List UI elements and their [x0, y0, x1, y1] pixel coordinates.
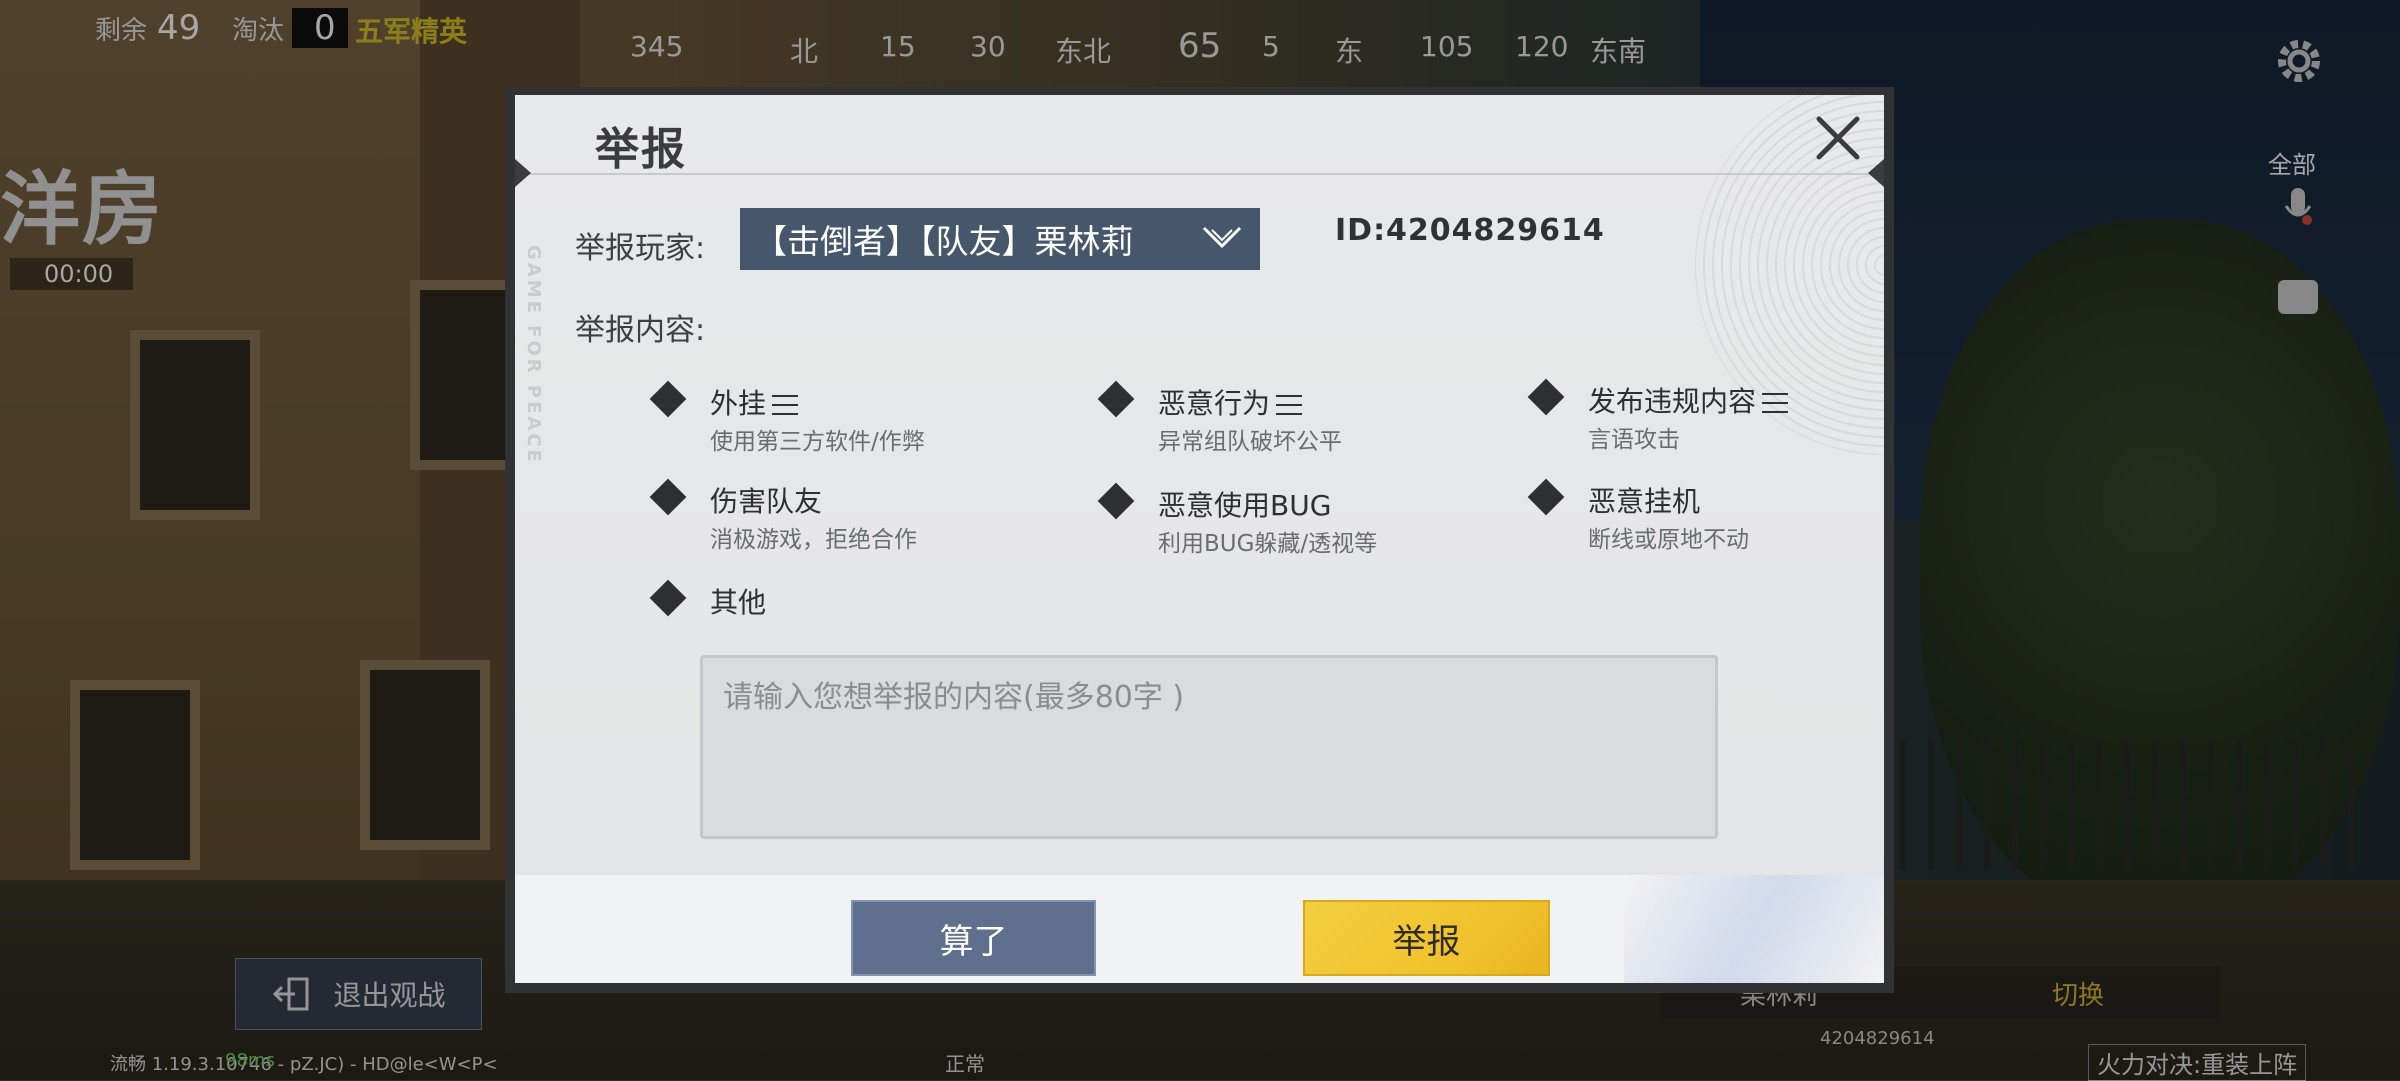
report-dialog: GAME FOR PEACE 举报 举报玩家: 【击倒者】【队友】栗林莉 ID:… — [505, 87, 1894, 993]
option-name: 其他 — [710, 586, 767, 619]
option-name: 发布违规内容 — [1588, 385, 1757, 418]
option-description: 使用第三方软件/作弊 — [710, 429, 925, 455]
reported-player-id: ID:4204829614 — [1335, 213, 1605, 248]
cancel-button[interactable]: 算了 — [851, 900, 1096, 976]
cancel-button-label: 算了 — [939, 921, 1008, 962]
diamond-bullet-icon — [1527, 478, 1565, 516]
option-description: 利用BUG躲藏/透视等 — [1158, 531, 1378, 557]
chevron-down-icon — [1202, 226, 1242, 249]
option-name: 恶意挂机 — [1588, 485, 1701, 518]
dialog-footer — [515, 875, 1884, 983]
report-player-label: 举报玩家: — [575, 231, 706, 266]
option-description: 断线或原地不动 — [1588, 527, 1749, 553]
option-name: 恶意使用BUG — [1158, 489, 1332, 522]
diamond-bullet-icon — [649, 380, 687, 418]
option-description: 异常组队破坏公平 — [1158, 429, 1342, 455]
option-description: 消极游戏，拒绝合作 — [710, 527, 917, 553]
diamond-bullet-icon — [1097, 380, 1135, 418]
diamond-bullet-icon — [1527, 378, 1565, 416]
corner-marker — [1868, 159, 1884, 187]
submenu-icon[interactable] — [1276, 395, 1303, 415]
submit-report-button[interactable]: 举报 — [1303, 900, 1550, 976]
decorative-stripe — [1624, 875, 1884, 983]
submit-report-button-label: 举报 — [1392, 921, 1461, 962]
watermark-logo: GAME FOR PEACE — [523, 245, 544, 465]
dialog-title: 举报 — [595, 124, 687, 175]
option-name: 恶意行为 — [1158, 387, 1271, 420]
report-content-label: 举报内容: — [575, 313, 706, 348]
diamond-bullet-icon — [649, 579, 687, 617]
report-player-dropdown[interactable]: 【击倒者】【队友】栗林莉 — [740, 208, 1260, 270]
option-description: 言语攻击 — [1588, 427, 1680, 453]
report-player-selected: 【击倒者】【队友】栗林莉 — [754, 222, 1134, 261]
option-name: 外挂 — [710, 387, 767, 420]
diamond-bullet-icon — [649, 478, 687, 516]
submenu-icon[interactable] — [1762, 393, 1789, 413]
corner-marker — [515, 159, 531, 187]
report-content-input[interactable]: 请输入您想举报的内容(最多80字 ) — [700, 655, 1718, 839]
close-icon[interactable] — [1811, 111, 1865, 165]
diamond-bullet-icon — [1097, 482, 1135, 520]
report-content-placeholder: 请输入您想举报的内容(最多80字 ) — [723, 680, 1185, 715]
option-name: 伤害队友 — [710, 485, 823, 518]
title-divider — [515, 173, 1884, 175]
submenu-icon[interactable] — [772, 395, 799, 415]
report-dialog-panel: GAME FOR PEACE 举报 举报玩家: 【击倒者】【队友】栗林莉 ID:… — [515, 95, 1884, 983]
